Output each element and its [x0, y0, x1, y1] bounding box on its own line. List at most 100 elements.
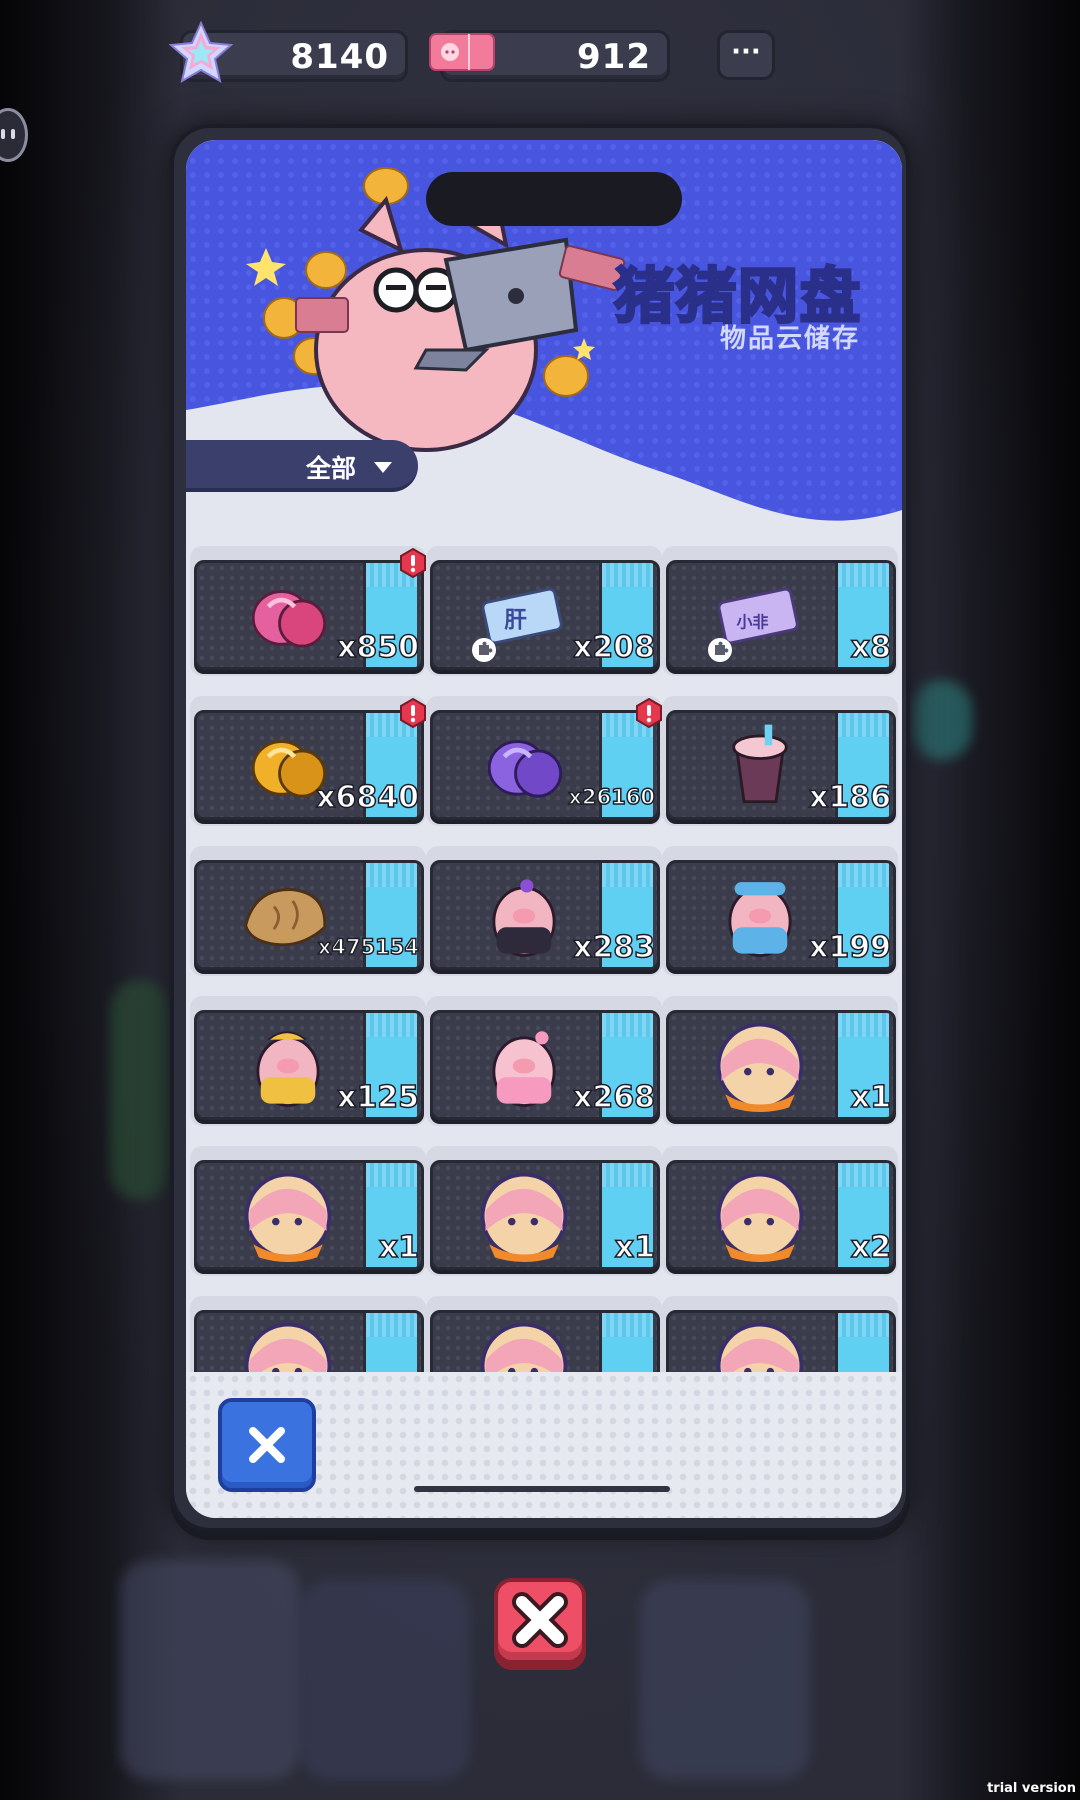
inventory-item-card[interactable]: x1 — [194, 1160, 424, 1270]
inventory-slot — [426, 1296, 662, 1372]
game-screen: 8140 912 ··· 猪猪网盘 物品云储存 全部 x850 肝 x208 小… — [0, 0, 1080, 1800]
background-blur — [110, 980, 170, 1200]
purple-stone-icon — [487, 740, 563, 798]
item-quantity: x1 — [614, 1229, 656, 1266]
inventory-item-card[interactable] — [194, 1310, 424, 1372]
inventory-item-card[interactable]: x850 — [194, 560, 424, 670]
chevron-down-icon — [374, 462, 392, 473]
item-quantity: x475154 — [317, 934, 420, 960]
inventory-item-card[interactable]: x1 — [430, 1160, 660, 1270]
close-button[interactable] — [218, 1398, 316, 1492]
inventory-slot — [190, 1296, 426, 1372]
inventory-item-card[interactable]: 小非 x8 — [666, 560, 896, 670]
inventory-slot: x850 — [190, 546, 426, 676]
inventory-slot: 小非 x8 — [662, 546, 898, 676]
inventory-slot: x1 — [426, 1146, 662, 1276]
inventory-slot: x283 — [426, 846, 662, 976]
yellow-pig-icon — [256, 1031, 320, 1107]
inventory-item-card[interactable]: x26160 — [430, 710, 660, 820]
blue-pig-icon — [728, 882, 792, 957]
item-quantity: x850 — [336, 629, 419, 666]
item-quantity: x1 — [850, 1079, 892, 1116]
card-stripe — [363, 1313, 417, 1372]
alert-badge-icon — [400, 698, 426, 728]
item-quantity: x199 — [808, 929, 891, 966]
character-portrait-icon — [244, 1322, 332, 1372]
character-portrait-icon — [480, 1172, 568, 1263]
inventory-slot: x268 — [426, 996, 662, 1126]
trial-watermark: trial version — [987, 1781, 1076, 1796]
character-portrait-icon — [716, 1022, 804, 1113]
item-quantity: x8 — [850, 629, 892, 666]
inventory-item-card[interactable]: x6840 — [194, 710, 424, 820]
inventory-slot: x6840 — [190, 696, 426, 826]
inventory-item-card[interactable]: x199 — [666, 860, 896, 970]
inventory-slot — [662, 1296, 898, 1372]
card-stripe — [599, 1313, 653, 1372]
svg-text:小非: 小非 — [737, 612, 769, 631]
inventory-item-card[interactable] — [666, 1310, 896, 1372]
exit-close-button[interactable] — [494, 1578, 586, 1664]
background-blur — [912, 680, 972, 760]
character-portrait-icon — [480, 1322, 568, 1372]
inventory-item-card[interactable]: x283 — [430, 860, 660, 970]
puzzle-piece-icon — [708, 638, 732, 662]
character-portrait-icon — [716, 1322, 804, 1372]
category-filter-dropdown[interactable]: 全部 — [186, 440, 418, 492]
inventory-item-card[interactable]: x2 — [666, 1160, 896, 1270]
item-quantity: x2 — [850, 1229, 892, 1266]
inventory-item-card[interactable]: x1 — [666, 1010, 896, 1120]
item-quantity: x1 — [378, 1229, 420, 1266]
pink-stone-icon — [251, 590, 327, 648]
close-icon — [512, 1592, 568, 1648]
item-quantity: x268 — [572, 1079, 655, 1116]
inventory-item-card[interactable]: x268 — [430, 1010, 660, 1120]
inventory-slot: x2 — [662, 1146, 898, 1276]
cloud-storage-screen: 猪猪网盘 物品云储存 全部 x850 肝 x208 小非 x8 x6840 x26160 x1… — [186, 140, 902, 1518]
alert-badge-icon — [400, 548, 426, 578]
item-grid: x850 肝 x208 小非 x8 x6840 x26160 x186 x475154 x283 x… — [186, 540, 902, 1372]
pink-pig-icon — [492, 1031, 556, 1107]
inventory-item-card[interactable]: x186 — [666, 710, 896, 820]
milk-tea-icon — [732, 724, 788, 804]
bottom-bar — [186, 1372, 902, 1518]
more-options-button[interactable]: ··· — [717, 30, 775, 80]
item-quantity: x6840 — [315, 779, 419, 816]
item-quantity: x283 — [572, 929, 655, 966]
phone-notch — [426, 172, 682, 226]
inventory-slot: x125 — [190, 996, 426, 1126]
inventory-item-card[interactable] — [430, 1310, 660, 1372]
inventory-slot: x199 — [662, 846, 898, 976]
filter-label: 全部 — [306, 454, 357, 483]
inventory-slot: x475154 — [190, 846, 426, 976]
ticket-currency-value: 912 — [577, 37, 651, 77]
inventory-item-card[interactable]: x475154 — [194, 860, 424, 970]
background-card-blur — [640, 1580, 810, 1780]
home-indicator — [414, 1486, 670, 1492]
character-portrait-icon — [716, 1172, 804, 1263]
pig-ticket-icon — [429, 33, 495, 71]
inventory-item-card[interactable]: 肝 x208 — [430, 560, 660, 670]
puzzle-piece-icon — [472, 638, 496, 662]
card-stripe — [835, 1313, 889, 1372]
item-quantity: x186 — [808, 779, 891, 816]
character-portrait-icon — [244, 1172, 332, 1263]
inventory-slot: x26160 — [426, 696, 662, 826]
star-currency-value: 8140 — [290, 37, 389, 77]
purple-pig-icon — [492, 879, 556, 957]
side-menu-face-button[interactable] — [0, 108, 28, 162]
inventory-slot: x1 — [662, 996, 898, 1126]
inventory-slot: x186 — [662, 696, 898, 826]
item-quantity: x125 — [336, 1079, 419, 1116]
background-card-blur — [120, 1560, 300, 1780]
phone-frame: 猪猪网盘 物品云储存 全部 x850 肝 x208 小非 x8 x6840 x26160 x1… — [170, 124, 910, 1532]
inventory-slot: 肝 x208 — [426, 546, 662, 676]
inventory-item-card[interactable]: x125 — [194, 1010, 424, 1120]
svg-text:肝: 肝 — [504, 607, 527, 633]
star-gem-icon — [168, 20, 234, 84]
item-quantity: x26160 — [568, 784, 656, 810]
close-icon — [249, 1427, 285, 1463]
background-card-blur — [300, 1580, 470, 1780]
face-icon — [1, 129, 15, 139]
alert-badge-icon — [636, 698, 662, 728]
